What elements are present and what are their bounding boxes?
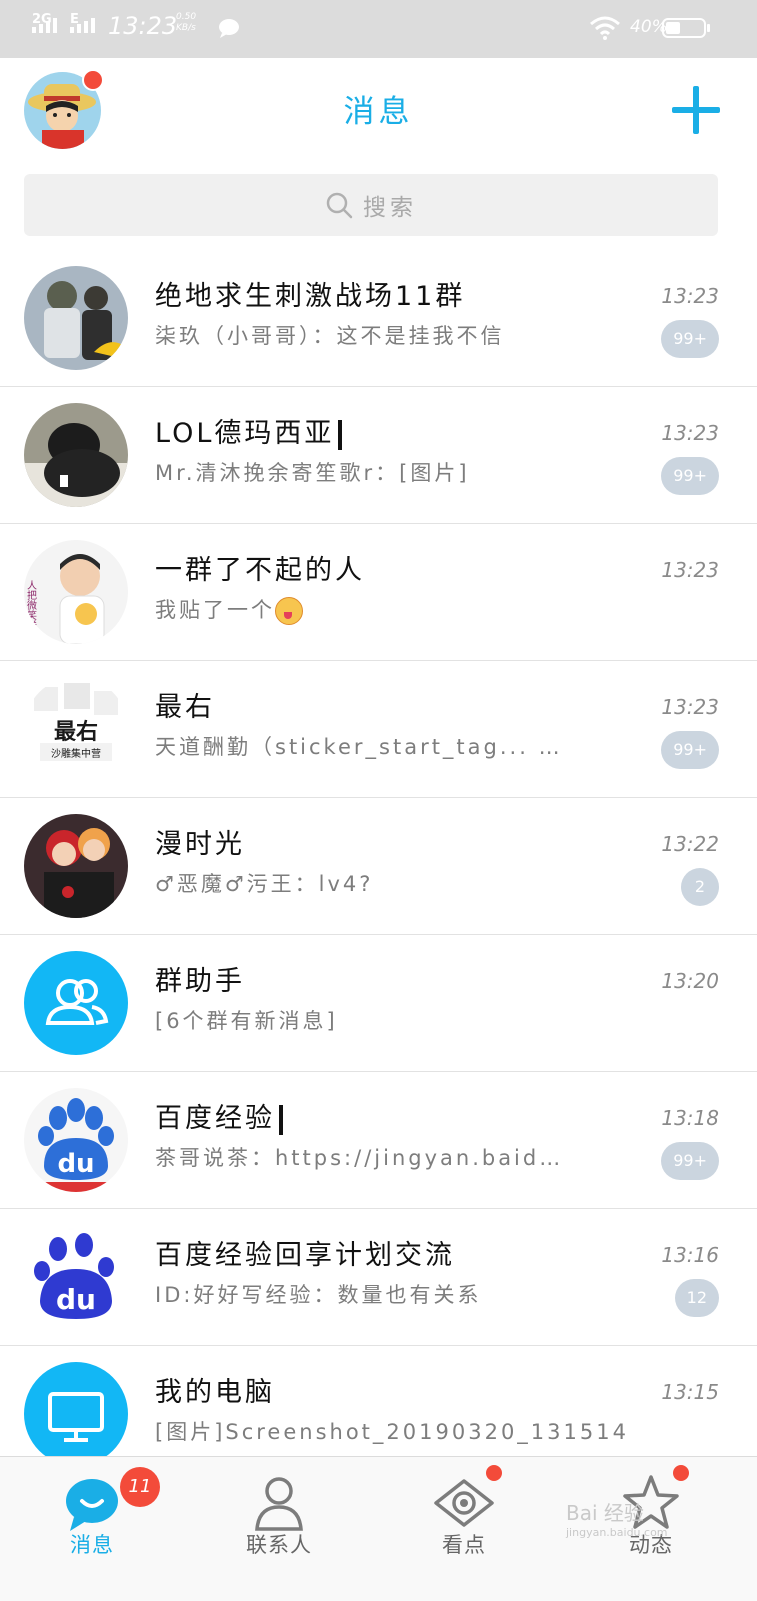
group-avatar: [24, 814, 128, 918]
search-placeholder: 搜索: [363, 195, 417, 221]
chat-preview: 我贴了一个: [155, 594, 625, 625]
tab-messages[interactable]: 11 消息: [22, 1457, 162, 1601]
group-avatar: 人把微笑送: [24, 540, 128, 644]
contact-person-icon: [255, 1477, 303, 1531]
avatar-brand-text: 最右: [54, 720, 98, 745]
wifi-icon: [590, 16, 620, 40]
chat-name: 漫时光: [155, 829, 245, 860]
signal-strength-icon-2: [70, 18, 95, 33]
tongue-emoji-icon: [275, 597, 303, 625]
computer-monitor-icon: [24, 1362, 128, 1466]
chat-preview: 柒玖（小哥哥）：这不是挂我不信: [155, 324, 505, 348]
baidu-paw-icon: du: [24, 1225, 128, 1329]
chat-item[interactable]: du 百度经验回享计划交流 ID:好好写经验：数量也有关系 13:16 12: [0, 1209, 757, 1346]
baidu-paw-icon: du: [24, 1088, 128, 1192]
unread-badge: 12: [674, 1279, 719, 1317]
chat-name: 我的电脑: [155, 1377, 275, 1408]
group-avatar: [24, 266, 128, 370]
header: 消息: [0, 58, 757, 158]
chat-preview: ID:好好写经验：数量也有关系: [155, 1283, 482, 1307]
chat-preview: [图片]Screenshot_20190320_131514.jpg: [155, 1420, 625, 1444]
chat-bubble-icon: [66, 1479, 118, 1531]
text-cursor: [338, 419, 343, 450]
unread-badge: 99+: [661, 320, 719, 358]
page-title: 消息: [343, 94, 414, 130]
watermark-text: Bai 经验: [566, 1501, 644, 1525]
add-button[interactable]: [672, 86, 720, 134]
status-bar: 2G E 13:23 0.50 KB/s 40%: [0, 0, 757, 58]
tab-label: 消息: [70, 1533, 114, 1557]
chat-time: 13:22: [661, 832, 719, 856]
chat-name: 群助手: [155, 966, 245, 997]
watermark-url: jingyan.baidu.com: [566, 1526, 668, 1539]
group-avatar: 最右 沙雕集中营: [24, 677, 128, 781]
chat-item[interactable]: du 百度经验 茶哥说茶：https://jingyan.baid… 13:18…: [0, 1072, 757, 1209]
network-speed-unit: KB/s: [176, 23, 196, 33]
tab-label: 联系人: [246, 1533, 312, 1557]
avatar-side-text: 人把微笑送: [25, 580, 37, 631]
my-computer-avatar: [24, 1362, 128, 1466]
unread-badge: 99+: [661, 731, 719, 769]
chat-item[interactable]: 绝地求生刺激战场11群 柒玖（小哥哥）：这不是挂我不信 13:23 99+: [0, 250, 757, 387]
tab-notification-dot: [673, 1465, 689, 1481]
search-bar[interactable]: 搜索: [24, 174, 718, 236]
watermark: Bai 经验 jingyan.baidu.com: [566, 1503, 668, 1543]
chat-time: 13:23: [661, 284, 719, 308]
tab-notification-dot: [486, 1465, 502, 1481]
chat-item[interactable]: 群助手 [6个群有新消息] 13:20: [0, 935, 757, 1072]
chat-name: 一群了不起的人: [155, 555, 365, 586]
chat-item[interactable]: 人把微笑送 一群了不起的人 我贴了一个 13:23: [0, 524, 757, 661]
chat-time: 13:23: [661, 558, 719, 582]
chat-time: 13:23: [661, 695, 719, 719]
unread-badge: 99+: [661, 457, 719, 495]
unread-badge: 2: [681, 868, 719, 906]
baidu-avatar: du: [24, 1225, 128, 1329]
chat-preview: Mr.清沐挽余寄笙歌r：[图片]: [155, 461, 470, 485]
chat-preview: [6个群有新消息]: [155, 1009, 338, 1033]
tab-discover[interactable]: 看点: [394, 1457, 534, 1601]
chat-name: 绝地求生刺激战场11群: [155, 281, 466, 312]
tab-label: 看点: [442, 1533, 486, 1557]
chat-name-text: 百度经验: [155, 1103, 275, 1134]
text-cursor: [279, 1104, 283, 1135]
chat-preview: 天道酬勤（sticker_start_tag... …: [155, 735, 563, 759]
chat-item[interactable]: 漫时光 ♂恶魔♂污王：lv4? 13:22 2: [0, 798, 757, 935]
group-avatar: [24, 403, 128, 507]
chat-time: 13:20: [661, 969, 719, 993]
chat-name: LOL德玛西亚: [155, 411, 343, 450]
eye-icon: [434, 1479, 494, 1527]
chat-item[interactable]: 最右 沙雕集中营 最右 天道酬勤（sticker_start_tag... … …: [0, 661, 757, 798]
group-helper-icon: [24, 951, 128, 1055]
chat-item[interactable]: LOL德玛西亚 Mr.清沐挽余寄笙歌r：[图片] 13:23 99+: [0, 387, 757, 524]
battery-tip: [707, 24, 710, 32]
signal-strength-icon: [32, 18, 57, 33]
unread-badge: 99+: [661, 1142, 719, 1180]
battery-icon: [662, 18, 706, 38]
baidu-logo-text: du: [56, 1283, 96, 1316]
baidu-avatar: du: [24, 1088, 128, 1192]
chat-time: 13:16: [661, 1243, 719, 1267]
chat-time: 13:18: [661, 1106, 719, 1130]
chat-name: 百度经验回享计划交流: [155, 1240, 455, 1271]
chat-list: 绝地求生刺激战场11群 柒玖（小哥哥）：这不是挂我不信 13:23 99+ LO…: [0, 250, 757, 1482]
chat-name: 最右: [155, 692, 215, 723]
chat-notification-icon: [219, 19, 239, 38]
chat-name: 百度经验: [155, 1096, 283, 1135]
tab-unread-badge: 11: [120, 1467, 160, 1507]
search-icon: [326, 192, 353, 219]
chat-time: 13:15: [661, 1380, 719, 1404]
chat-preview: 茶哥说茶：https://jingyan.baid…: [155, 1146, 564, 1170]
group-helper-avatar: [24, 951, 128, 1055]
network-speed-value: 0.50: [176, 12, 197, 22]
network-speed: 0.50 KB/s: [176, 12, 196, 34]
chat-time: 13:23: [661, 421, 719, 445]
chat-preview-text: 我贴了一个: [155, 598, 275, 622]
status-time: 13:23: [108, 12, 178, 40]
baidu-logo-text: du: [57, 1149, 94, 1179]
chat-name-text: LOL德玛西亚: [155, 418, 335, 449]
bottom-tab-bar: 11 消息 联系人 看点 动态 Bai 经验 jingyan.baidu.com: [0, 1456, 757, 1601]
chat-preview: ♂恶魔♂污王：lv4?: [155, 872, 374, 896]
avatar-brand-subtext: 沙雕集中营: [51, 747, 101, 760]
tab-contacts[interactable]: 联系人: [209, 1457, 349, 1601]
